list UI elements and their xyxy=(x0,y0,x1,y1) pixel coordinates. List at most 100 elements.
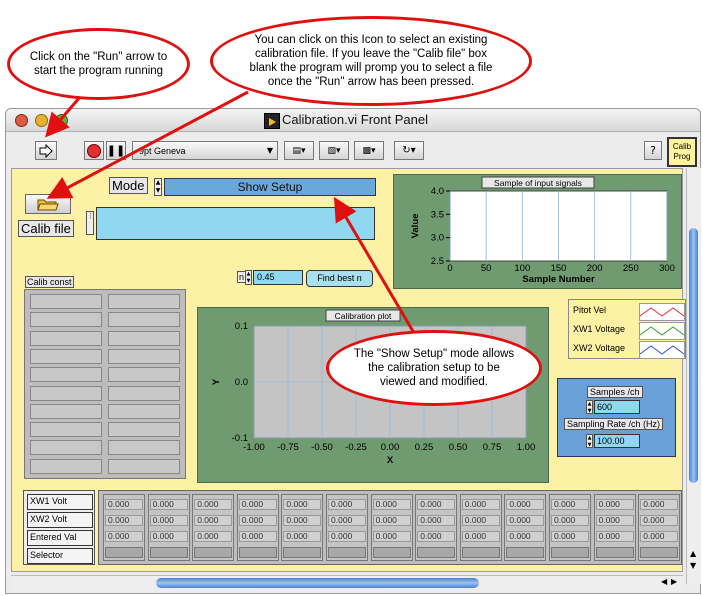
array-value-cell[interactable]: 0.000 xyxy=(461,531,500,542)
find-best-n-button[interactable]: Find best n xyxy=(306,270,373,287)
mode-selector[interactable]: Show Setup xyxy=(164,178,376,196)
scroll-down-arrow[interactable]: ▼ xyxy=(690,561,696,570)
array-value-cell[interactable]: 0.000 xyxy=(417,499,456,510)
array-selector-cell[interactable] xyxy=(328,547,366,558)
calib-const-cell[interactable] xyxy=(30,422,102,438)
array-value-cell[interactable]: 0.000 xyxy=(105,531,143,542)
calib-const-cell[interactable] xyxy=(30,294,102,309)
array-value-cell[interactable]: 0.000 xyxy=(640,531,679,542)
array-value-cell[interactable]: 0.000 xyxy=(372,531,411,542)
calib-file-path-input[interactable] xyxy=(96,207,375,240)
browse-file-button[interactable] xyxy=(25,194,71,214)
array-selector-cell[interactable] xyxy=(461,547,500,558)
calib-const-cell[interactable] xyxy=(108,403,180,419)
resize-objects-button[interactable]: ▩▾ xyxy=(354,141,384,160)
calib-const-cell[interactable] xyxy=(30,367,102,383)
calib-const-cell[interactable] xyxy=(108,330,180,346)
calib-const-cell[interactable] xyxy=(108,440,180,456)
minimize-window-icon[interactable] xyxy=(35,114,48,127)
mode-stepper[interactable]: ▲ ▼ xyxy=(154,178,162,196)
array-value-cell[interactable]: 0.000 xyxy=(551,499,589,510)
calib-const-cell[interactable] xyxy=(30,458,102,474)
scroll-right-arrow[interactable]: ▶ xyxy=(671,577,677,586)
calib-const-cell[interactable] xyxy=(108,294,180,309)
array-value-cell[interactable]: 0.000 xyxy=(551,531,589,542)
array-value-cell[interactable]: 0.000 xyxy=(461,515,500,526)
array-value-cell[interactable]: 0.000 xyxy=(105,499,143,510)
legend-item[interactable]: XW2 Voltage xyxy=(571,341,685,359)
array-value-cell[interactable]: 0.000 xyxy=(283,515,322,526)
array-selector-cell[interactable] xyxy=(194,547,233,558)
array-value-cell[interactable]: 0.000 xyxy=(194,515,233,526)
calib-const-cell[interactable] xyxy=(30,312,102,328)
array-value-cell[interactable]: 0.000 xyxy=(105,515,143,526)
horizontal-scrollbar[interactable]: ◀ ▶ xyxy=(11,575,683,592)
array-value-cell[interactable]: 0.000 xyxy=(238,515,277,526)
sampling-rate-input[interactable]: 100.00 xyxy=(594,434,640,448)
scroll-up-arrow[interactable]: ▲ xyxy=(690,549,696,558)
array-selector-cell[interactable] xyxy=(105,547,143,558)
array-value-cell[interactable]: 0.000 xyxy=(506,531,545,542)
array-value-cell[interactable]: 0.000 xyxy=(461,499,500,510)
rate-stepper[interactable]: ▲ ▼ xyxy=(586,434,593,448)
close-window-icon[interactable] xyxy=(15,114,28,127)
array-value-cell[interactable]: 0.000 xyxy=(640,515,679,526)
array-value-cell[interactable]: 0.000 xyxy=(149,531,188,542)
legend-item[interactable]: Pitot Vel xyxy=(571,303,685,321)
array-value-cell[interactable]: 0.000 xyxy=(595,515,634,526)
calib-const-cell[interactable] xyxy=(108,348,180,364)
array-selector-cell[interactable] xyxy=(238,547,277,558)
array-value-cell[interactable]: 0.000 xyxy=(149,499,188,510)
n-input[interactable]: 0.45 xyxy=(253,270,303,285)
array-value-cell[interactable]: 0.000 xyxy=(372,499,411,510)
calib-const-cell[interactable] xyxy=(108,422,180,438)
array-value-cell[interactable]: 0.000 xyxy=(417,515,456,526)
array-value-cell[interactable]: 0.000 xyxy=(640,499,679,510)
n-stepper[interactable]: ▲ ▼ xyxy=(245,270,252,285)
calib-const-cell[interactable] xyxy=(108,458,180,474)
array-selector-cell[interactable] xyxy=(595,547,634,558)
calib-const-cell[interactable] xyxy=(108,367,180,383)
run-arrow-button[interactable] xyxy=(35,141,57,160)
help-button[interactable]: ? xyxy=(644,141,662,160)
title-bar[interactable]: Calibration.vi Front Panel xyxy=(6,109,700,132)
array-value-cell[interactable]: 0.000 xyxy=(551,515,589,526)
distribute-objects-button[interactable]: ▧▾ xyxy=(319,141,349,160)
array-selector-cell[interactable] xyxy=(149,547,188,558)
calib-const-cell[interactable] xyxy=(30,385,102,401)
samples-stepper[interactable]: ▲ ▼ xyxy=(586,400,593,414)
array-value-cell[interactable]: 0.000 xyxy=(417,531,456,542)
array-value-cell[interactable]: 0.000 xyxy=(328,499,366,510)
array-value-cell[interactable]: 0.000 xyxy=(238,531,277,542)
array-value-cell[interactable]: 0.000 xyxy=(328,515,366,526)
calib-const-cell[interactable] xyxy=(30,330,102,346)
calib-const-cell[interactable] xyxy=(30,403,102,419)
array-value-cell[interactable]: 0.000 xyxy=(506,515,545,526)
scroll-left-arrow[interactable]: ◀ xyxy=(661,577,667,586)
align-objects-button[interactable]: ▤▾ xyxy=(284,141,314,160)
array-value-cell[interactable]: 0.000 xyxy=(283,531,322,542)
array-value-cell[interactable]: 0.000 xyxy=(283,499,322,510)
pause-button[interactable]: ❚❚ xyxy=(106,141,126,160)
calib-const-cell[interactable] xyxy=(30,440,102,456)
zoom-window-icon[interactable] xyxy=(55,114,68,127)
calib-const-cell[interactable] xyxy=(108,312,180,328)
abort-button[interactable] xyxy=(84,141,104,160)
vertical-scrollbar[interactable]: ▲ ▼ xyxy=(686,168,701,584)
array-selector-cell[interactable] xyxy=(640,547,679,558)
array-value-cell[interactable]: 0.000 xyxy=(194,499,233,510)
array-value-cell[interactable]: 0.000 xyxy=(595,531,634,542)
array-selector-cell[interactable] xyxy=(551,547,589,558)
reorder-button[interactable]: ↻▾ xyxy=(394,141,424,160)
array-selector-cell[interactable] xyxy=(372,547,411,558)
legend-item[interactable]: XW1 Voltage xyxy=(571,322,685,340)
array-value-cell[interactable]: 0.000 xyxy=(328,531,366,542)
array-value-cell[interactable]: 0.000 xyxy=(194,531,233,542)
array-value-cell[interactable]: 0.000 xyxy=(372,515,411,526)
array-value-cell[interactable]: 0.000 xyxy=(506,499,545,510)
array-value-cell[interactable]: 0.000 xyxy=(595,499,634,510)
samples-input[interactable]: 600 xyxy=(594,400,640,414)
array-value-cell[interactable]: 0.000 xyxy=(149,515,188,526)
horizontal-scroll-thumb[interactable] xyxy=(156,578,479,588)
array-selector-cell[interactable] xyxy=(417,547,456,558)
